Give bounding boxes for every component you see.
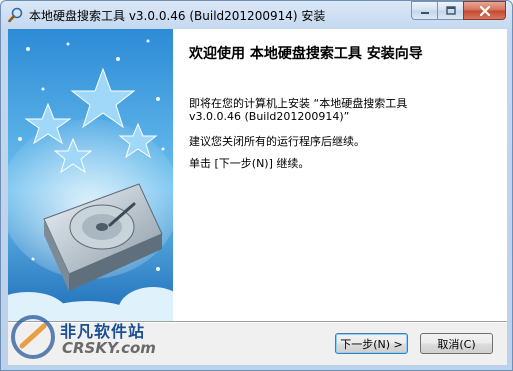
click-next-hint: 单击 [下一步(N)] 继续。 [189,157,310,170]
close-icon [479,5,490,16]
welcome-panel: 欢迎使用 本地硬盘搜索工具 安装向导 即将在您的计算机上安装 “本地硬盘搜索工具… [173,29,507,321]
watermark-domain: CRSKY.com [62,339,156,357]
install-info-text: 即将在您的计算机上安装 “本地硬盘搜索工具 v3.0.0.46 (Build20… [189,97,408,123]
page-title: 欢迎使用 本地硬盘搜索工具 安装向导 [189,46,423,62]
maximize-button[interactable] [437,1,463,20]
minimize-icon [420,11,429,14]
maximize-icon [445,6,456,15]
close-button[interactable] [463,1,506,20]
caption-buttons [411,1,506,21]
minimize-button[interactable] [411,1,437,20]
next-button[interactable]: 下一步(N) > [335,333,408,354]
cancel-button[interactable]: 取消(C) [420,333,493,354]
welcome-banner [8,29,173,321]
magnifier-icon [8,7,23,23]
hard-drive-illustration [8,29,173,321]
watermark-logo-icon [11,315,55,359]
close-programs-hint: 建议您关闭所有的运行程序后继续。 [189,135,365,148]
site-watermark: 非凡软件站 CRSKY.com [8,312,168,364]
window-title: 本地硬盘搜索工具 v3.0.0.46 (Build201200914) 安装 [29,9,326,23]
title-bar[interactable]: 本地硬盘搜索工具 v3.0.0.46 (Build201200914) 安装 [1,1,512,29]
